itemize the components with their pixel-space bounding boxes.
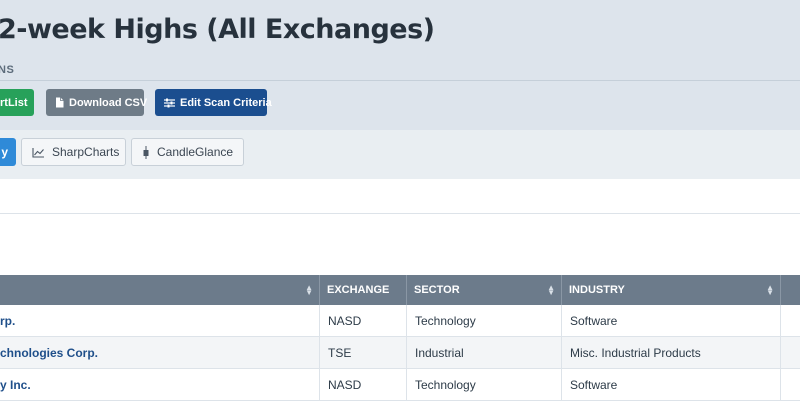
tab-summary-label: y xyxy=(1,145,8,159)
sliders-icon xyxy=(164,98,175,108)
download-csv-label: Download CSV xyxy=(69,96,148,109)
column-header-extra[interactable] xyxy=(781,275,800,305)
company-link[interactable]: y Inc. xyxy=(0,378,31,392)
industry-cell: Misc. Industrial Products xyxy=(562,337,781,368)
chartlist-button[interactable]: rtList xyxy=(0,89,34,116)
edit-scan-criteria-button[interactable]: Edit Scan Criteria xyxy=(155,89,272,116)
edit-scan-criteria-label: Edit Scan Criteria xyxy=(180,96,272,109)
page-title: 2-week Highs (All Exchanges) xyxy=(0,14,435,45)
column-header-sector[interactable]: SECTOR ▲ ▼ xyxy=(407,275,562,305)
tab-sharpcharts[interactable]: SharpCharts xyxy=(21,138,126,166)
exchange-cell: NASD xyxy=(320,369,407,400)
tab-candleglance[interactable]: CandleGlance xyxy=(131,138,244,166)
download-csv-button[interactable]: Download CSV xyxy=(46,89,148,116)
table-row: rp. NASD Technology Software xyxy=(0,305,800,337)
industry-cell: Software xyxy=(562,369,781,400)
line-chart-icon xyxy=(32,147,45,158)
candlestick-icon xyxy=(142,145,150,159)
table-row: y Inc. NASD Technology Software xyxy=(0,369,800,401)
tab-summary[interactable]: y xyxy=(0,138,16,166)
column-header-name[interactable]: ▲ ▼ xyxy=(0,275,320,305)
table-row: chnologies Corp. TSE Industrial Misc. In… xyxy=(0,337,800,369)
header-divider xyxy=(0,80,800,81)
sector-cell: Technology xyxy=(407,305,562,336)
page-subtitle: NS xyxy=(0,64,15,76)
industry-cell: Software xyxy=(562,305,781,336)
sector-cell: Industrial xyxy=(407,337,562,368)
company-link[interactable]: rp. xyxy=(0,314,15,328)
exchange-cell: TSE xyxy=(320,337,407,368)
column-header-industry[interactable]: INDUSTRY ▲ ▼ xyxy=(562,275,781,305)
content-divider xyxy=(0,213,800,214)
sort-arrows-icon: ▲ ▼ xyxy=(766,283,774,297)
exchange-cell: NASD xyxy=(320,305,407,336)
document-icon xyxy=(55,97,64,108)
column-header-exchange[interactable]: EXCHANGE xyxy=(320,275,407,305)
company-link[interactable]: chnologies Corp. xyxy=(0,346,98,360)
sort-arrows-icon: ▲ ▼ xyxy=(547,283,555,297)
sort-arrows-icon: ▲ ▼ xyxy=(305,283,313,297)
chartlist-button-label: rtList xyxy=(0,96,28,109)
sector-cell: Technology xyxy=(407,369,562,400)
table-header: ▲ ▼ EXCHANGE SECTOR ▲ ▼ INDUSTRY ▲ ▼ xyxy=(0,275,800,305)
tab-sharpcharts-label: SharpCharts xyxy=(52,145,120,159)
tab-candleglance-label: CandleGlance xyxy=(157,145,234,159)
